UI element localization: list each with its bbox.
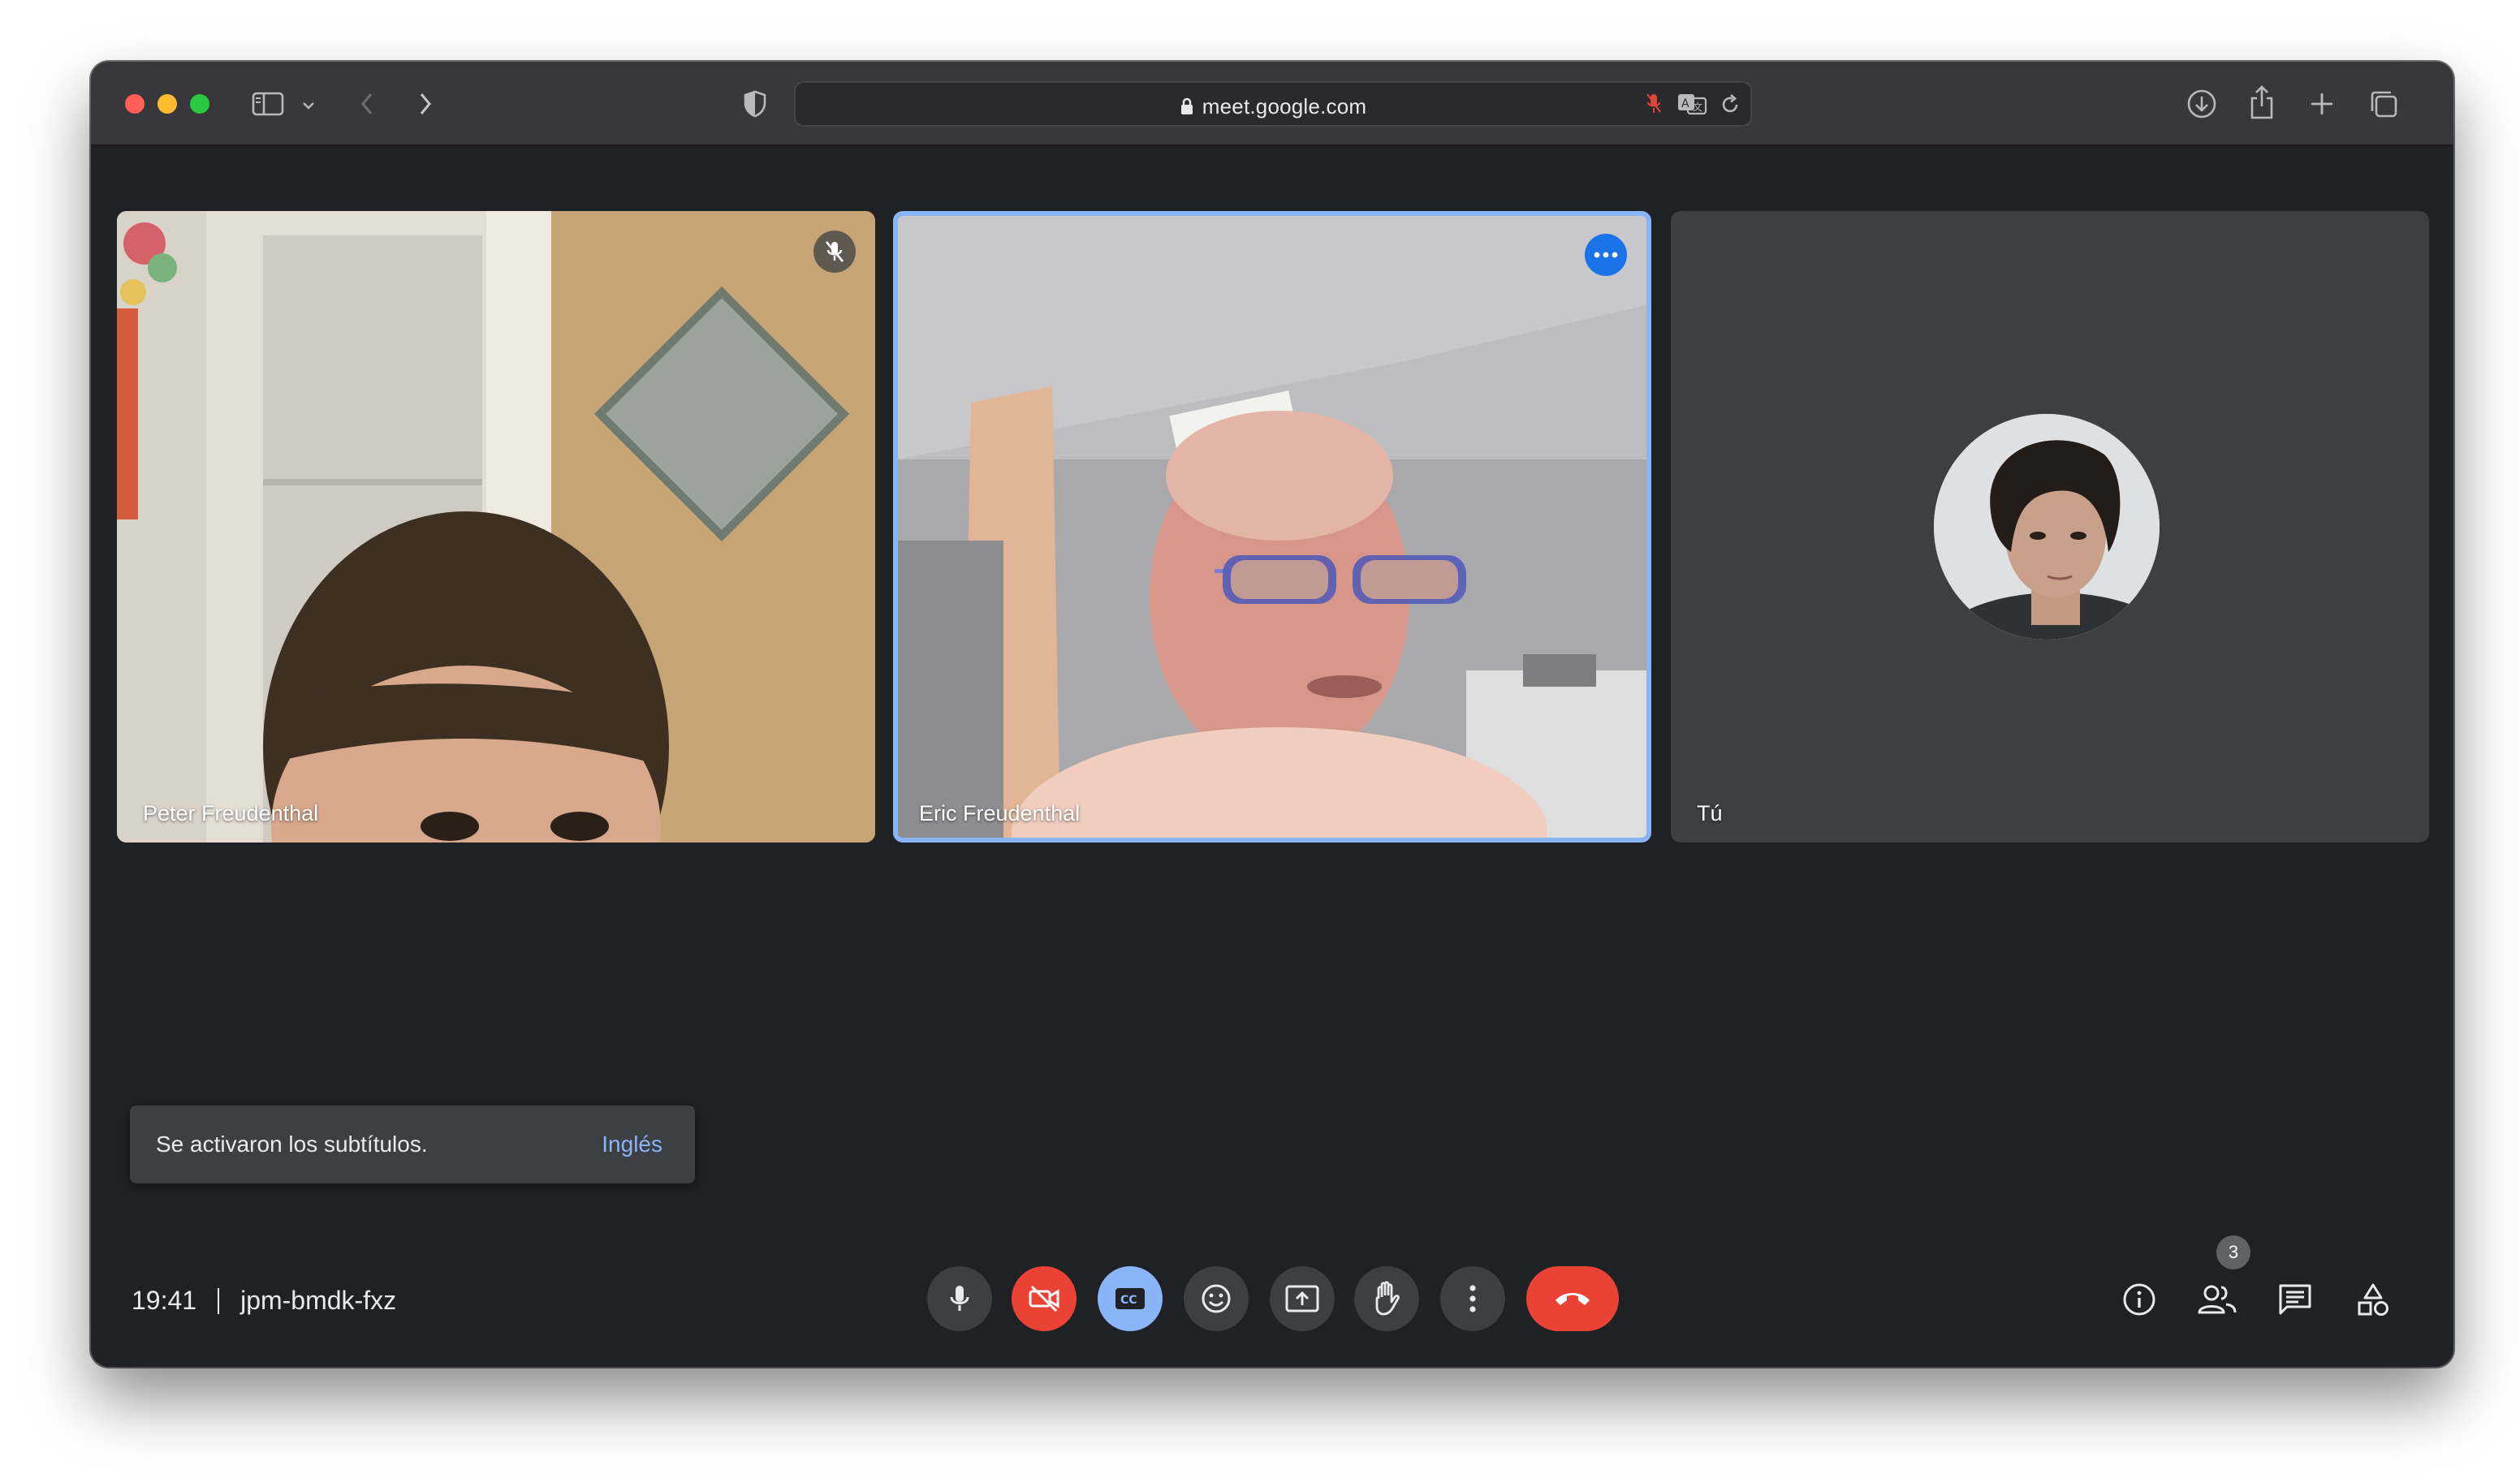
avatar — [1934, 414, 2160, 640]
reload-icon[interactable] — [1718, 93, 1742, 117]
hang-up-icon — [1556, 1293, 1590, 1305]
participant-video — [117, 211, 875, 843]
address-bar[interactable]: meet.google.com A文 — [794, 81, 1752, 127]
hand-icon — [1375, 1281, 1400, 1316]
participant-tile-peter[interactable]: Peter Freudenthal — [117, 211, 875, 843]
svg-text:A: A — [1681, 97, 1689, 110]
divider — [218, 1287, 220, 1314]
meeting-info: 19:41 jpm-bmdk-fxz — [132, 1286, 396, 1316]
mic-in-use-icon[interactable] — [1642, 91, 1666, 117]
captions-toast: Se activaron los subtítulos. Inglés — [130, 1106, 695, 1183]
meeting-time: 19:41 — [132, 1286, 197, 1315]
new-tab-plus-icon[interactable] — [2306, 88, 2338, 120]
chat-button[interactable] — [2267, 1271, 2324, 1328]
svg-text:CC: CC — [1120, 1294, 1137, 1307]
captions-button[interactable]: CC — [1098, 1266, 1163, 1331]
participant-count-badge: 3 — [2216, 1235, 2250, 1269]
participant-name: Eric Freudenthal — [919, 801, 1081, 825]
camera-off-icon — [1029, 1285, 1059, 1312]
sidebar-toggle-icon[interactable] — [250, 89, 286, 119]
caption-language-button[interactable]: Inglés — [602, 1131, 662, 1157]
muted-mic-icon — [813, 231, 856, 273]
closed-captions-icon: CC — [1115, 1288, 1145, 1309]
translate-icon[interactable]: A文 — [1676, 91, 1708, 117]
svg-text:文: 文 — [1693, 101, 1702, 113]
browser-toolbar: meet.google.com A文 — [91, 62, 2453, 146]
browser-window: meet.google.com A文 Peter Freudenthal Eri… — [91, 62, 2453, 1367]
back-arrow-icon[interactable] — [351, 88, 383, 120]
lock-icon — [1180, 96, 1194, 121]
chat-icon — [2279, 1284, 2311, 1315]
microphone-button[interactable] — [927, 1266, 992, 1331]
meeting-details-button[interactable] — [2111, 1271, 2168, 1328]
reactions-button[interactable] — [1184, 1266, 1249, 1331]
meeting-code[interactable]: jpm-bmdk-fxz — [240, 1286, 396, 1316]
present-screen-button[interactable] — [1270, 1266, 1335, 1331]
participant-video — [898, 216, 1646, 838]
toast-message: Se activaron los subtítulos. — [156, 1131, 428, 1157]
participant-tile-self[interactable]: Tú — [1671, 211, 2429, 843]
more-options-icon[interactable] — [1585, 234, 1627, 276]
chevron-down-icon[interactable] — [299, 97, 318, 114]
minimize-window-button[interactable] — [158, 94, 177, 114]
zoom-window-button[interactable] — [190, 94, 209, 114]
activities-button[interactable] — [2345, 1271, 2401, 1328]
share-icon[interactable] — [2244, 83, 2280, 122]
forward-arrow-icon[interactable] — [409, 88, 442, 120]
present-icon — [1285, 1285, 1319, 1312]
shapes-icon — [2358, 1283, 2388, 1316]
downloads-icon[interactable] — [2184, 86, 2220, 122]
people-icon — [2198, 1285, 2237, 1314]
tab-overview-icon[interactable] — [2367, 88, 2400, 120]
participant-name: Peter Freudenthal — [143, 801, 319, 825]
more-options-button[interactable] — [1440, 1266, 1505, 1331]
participant-name: Tú — [1697, 801, 1723, 825]
emoji-icon — [1202, 1284, 1231, 1313]
close-window-button[interactable] — [125, 94, 145, 114]
people-button[interactable] — [2189, 1271, 2246, 1328]
mic-icon — [950, 1286, 969, 1311]
privacy-shield-icon[interactable] — [739, 88, 771, 120]
leave-call-button[interactable] — [1526, 1266, 1619, 1331]
participant-tile-eric[interactable]: Eric Freudenthal — [893, 211, 1651, 843]
info-icon — [2123, 1283, 2155, 1316]
raise-hand-button[interactable] — [1354, 1266, 1419, 1331]
camera-toggle-button[interactable] — [1012, 1266, 1077, 1331]
vertical-dots-icon — [1469, 1285, 1476, 1312]
url-text: meet.google.com — [1202, 94, 1367, 119]
